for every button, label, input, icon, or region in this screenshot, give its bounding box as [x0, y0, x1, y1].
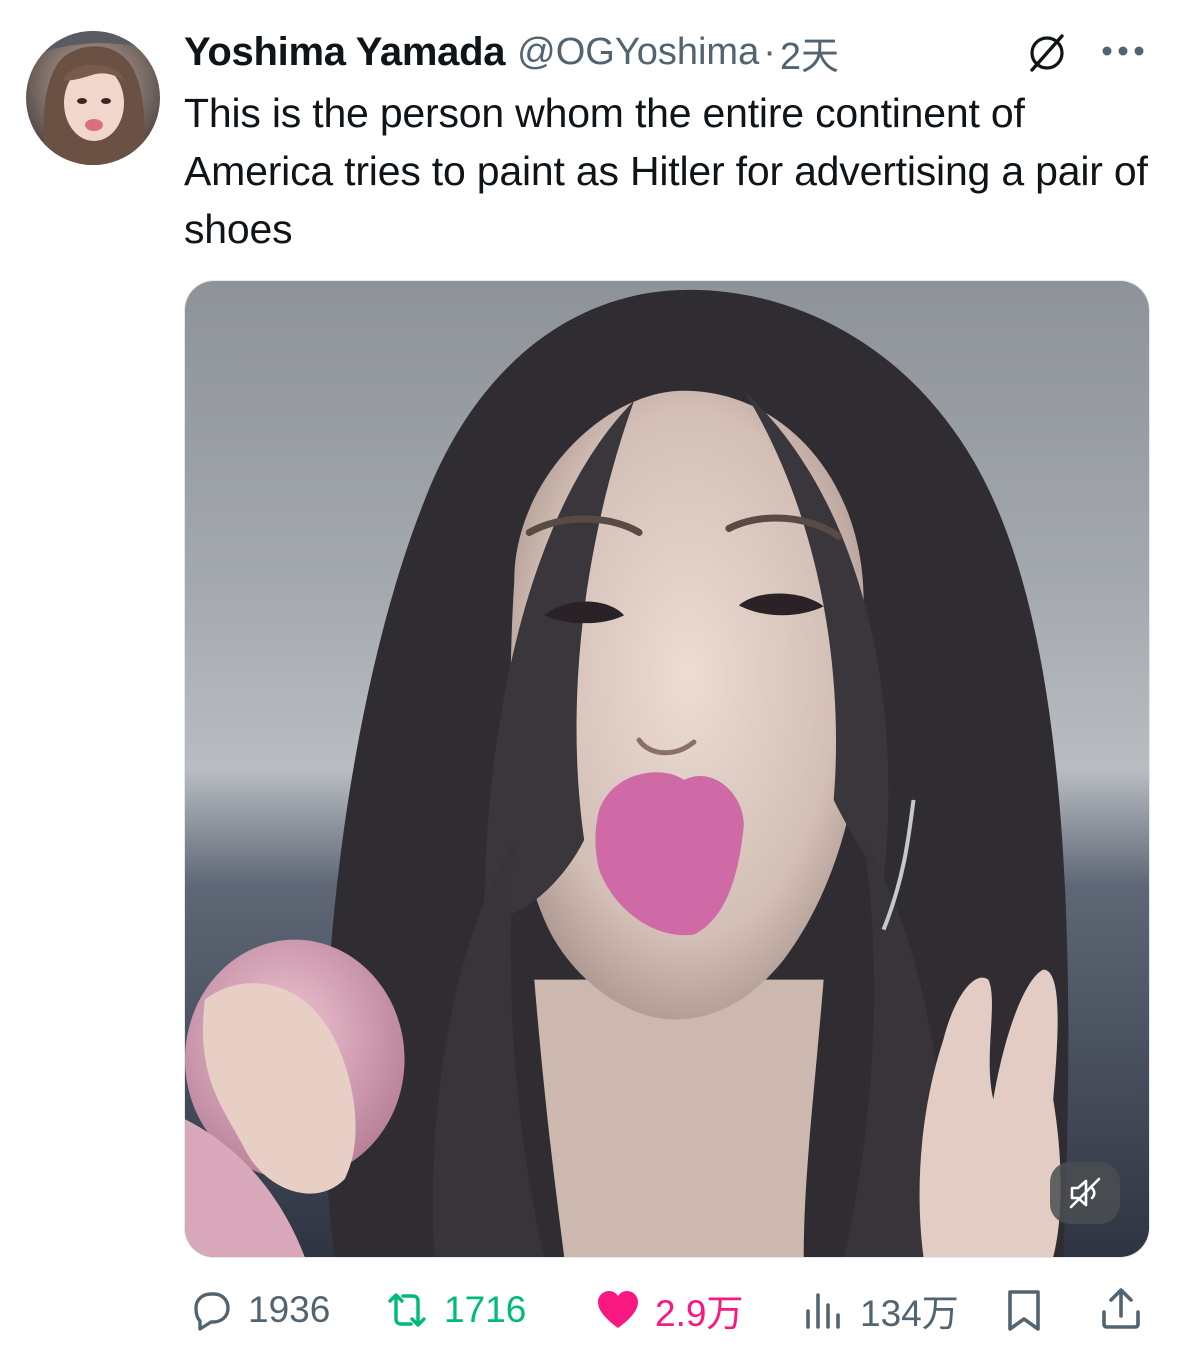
tweet-header: Yoshima Yamada @OGYoshima · 2天 — [184, 30, 839, 78]
reply-button[interactable]: 1936 — [188, 1285, 330, 1335]
like-count: 2.9万 — [655, 1293, 744, 1334]
display-name[interactable]: Yoshima Yamada — [184, 30, 505, 75]
share-icon[interactable] — [1097, 1284, 1145, 1332]
user-handle[interactable]: @OGYoshima — [517, 31, 759, 74]
like-icon — [598, 1291, 638, 1328]
views-button[interactable]: 134万 — [800, 1285, 959, 1335]
timestamp[interactable]: 2天 — [780, 25, 839, 80]
grok-icon[interactable] — [1024, 30, 1070, 76]
video-frame — [185, 281, 1149, 1257]
speaker-muted-icon — [1069, 1177, 1101, 1209]
views-count: 134万 — [860, 1293, 959, 1334]
mute-toggle-button[interactable] — [1050, 1162, 1120, 1224]
reply-icon — [194, 1292, 230, 1331]
retweet-icon — [388, 1293, 426, 1327]
retweet-count: 1716 — [444, 1289, 527, 1330]
bookmark-icon[interactable] — [1000, 1286, 1048, 1334]
more-icon[interactable] — [1098, 36, 1148, 66]
views-icon — [806, 1293, 840, 1329]
retweet-button[interactable]: 1716 — [384, 1285, 526, 1335]
like-button[interactable]: 2.9万 — [595, 1285, 743, 1335]
reply-count: 1936 — [248, 1289, 331, 1330]
tweet-text: This is the person whom the entire conti… — [184, 90, 1148, 252]
avatar[interactable] — [26, 31, 160, 165]
video-player[interactable] — [184, 280, 1150, 1258]
tweet: Yoshima Yamada @OGYoshima · 2天 This is t… — [0, 0, 1179, 1367]
separator-dot: · — [763, 30, 776, 73]
avatar-image — [26, 31, 160, 165]
